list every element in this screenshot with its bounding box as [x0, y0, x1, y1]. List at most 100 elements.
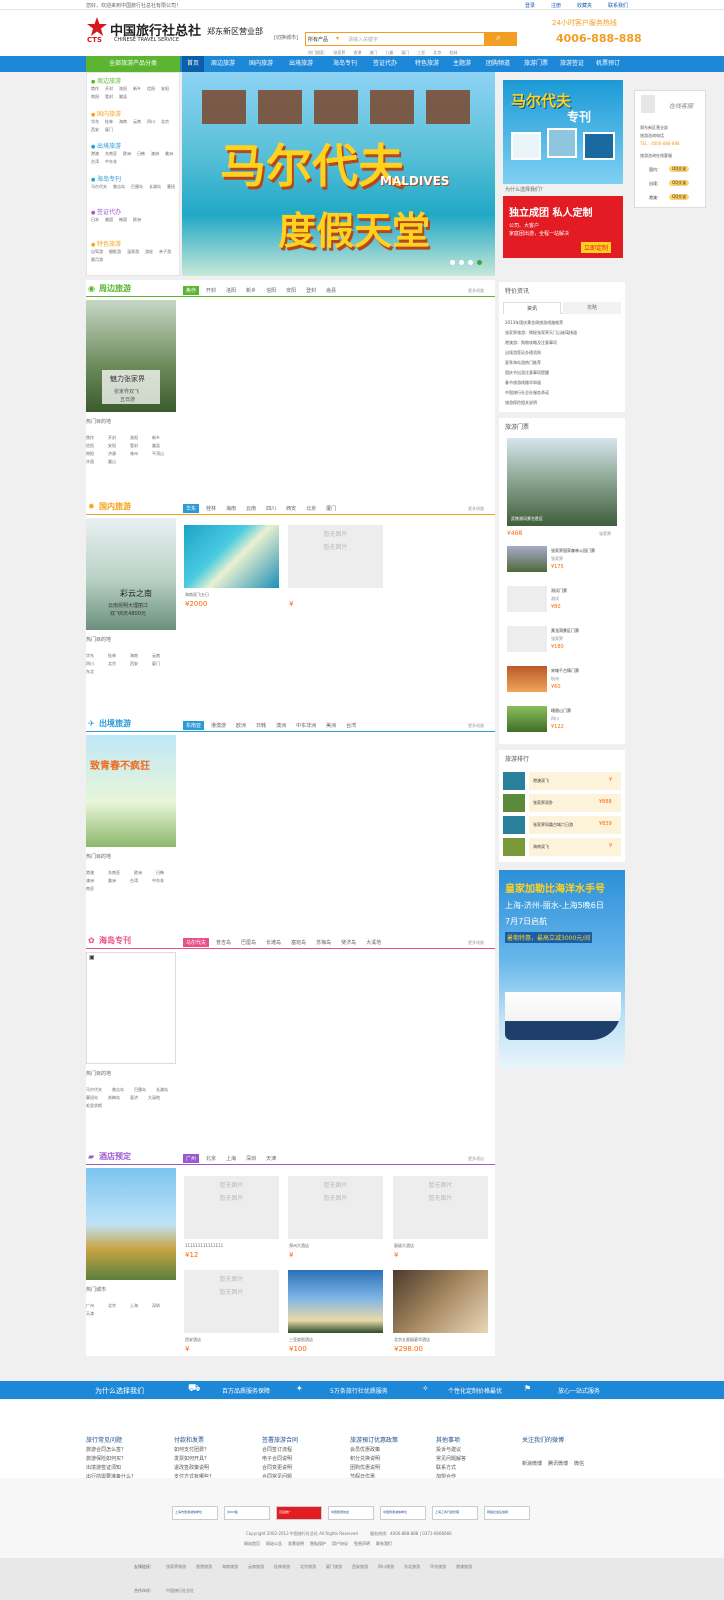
more-link[interactable]: 更多线路 — [468, 940, 484, 946]
cat-guonei[interactable]: ● 国内旅游 华东 桂林 海南 云南 四川 北京 西安 厦门 — [91, 109, 177, 134]
ticket-thumb[interactable] — [507, 706, 547, 732]
switch-city[interactable]: [切换城市] — [274, 34, 298, 41]
more-link[interactable]: 更多酒店 — [468, 1156, 484, 1162]
footer-col: 旅游預订优惠政策 会员优惠政策 积分兑换说明 团购优惠说明 节假日优惠 — [350, 1437, 399, 1480]
badge-icon[interactable]: 沪ICP备 — [224, 1506, 270, 1520]
nav-flights[interactable]: 机票预订 — [592, 56, 624, 72]
nav-theme[interactable]: 主题游 — [448, 56, 476, 72]
nav-visa2[interactable]: 旅游签证 — [556, 56, 588, 72]
cat-special[interactable]: ● 特色旅游 自驾游 摄影游 温泉游 游轮 亲子游 蜜月游 — [91, 239, 177, 264]
nav-guonei[interactable]: 国内旅游 — [244, 56, 278, 72]
nav-zhoubian[interactable]: 周边旅游 — [206, 56, 240, 72]
service-phone: 服务热线：4006-888-888 | 0371-6666666 — [370, 1531, 452, 1536]
search-category-select[interactable]: 所有产品 — [308, 36, 328, 43]
contact-link[interactable]: 联系我们 — [608, 2, 628, 9]
cat-visa[interactable]: ● 签证代办 日本 美国 韩国 欧洲 — [91, 207, 177, 224]
custom-sub2: 家庭团出游，全程一站解决 — [509, 231, 570, 237]
youth-ad-image[interactable]: 致青春不疯狂 — [86, 735, 176, 847]
badge-icon[interactable]: 上海市旅游诚信单位 — [172, 1506, 218, 1520]
hotel-name[interactable]: 111111111111111 — [185, 1243, 223, 1248]
banner-title: 马尔代夫 — [220, 139, 404, 193]
custom-tour-ad[interactable]: 独立成团 私人定制 公司、大客户 家庭团出游，全程一站解决 立即定制 — [503, 196, 623, 258]
carousel-dot[interactable] — [450, 260, 455, 265]
rank-thumb[interactable] — [503, 816, 525, 834]
nav-chujing[interactable]: 出境旅游 — [284, 56, 318, 72]
weibo-link[interactable]: 新浪微博 — [522, 1460, 542, 1469]
product-name[interactable]: 海南双飞五日 — [185, 592, 209, 598]
tencent-weibo-link[interactable]: 腾讯微博 — [548, 1460, 568, 1469]
cruise-ad[interactable]: 皇家加勒比海洋水手号 上海-济州-丽水-上海5晚6日 7月7日启航 暑期特惠，最… — [499, 870, 625, 1068]
section-tabs: 马尔代夫 普吉岛 巴厘岛 长滩岛 塞班岛 苏梅岛 斐济岛 大溪地 — [183, 938, 384, 947]
cruise-date: 7月7日启航 — [505, 917, 548, 926]
branch-name: 郑东新区营业部 — [207, 27, 263, 36]
more-link[interactable]: 更多线路 — [468, 723, 484, 729]
nav-home[interactable]: 首页 — [182, 56, 204, 72]
badge-icon[interactable]: 上海工商行政管理 — [432, 1506, 478, 1520]
carousel-dot[interactable] — [459, 260, 464, 265]
cat-haidao[interactable]: ● 海岛专刊 马尔代夫 普吉岛 巴厘岛 长滩岛 塞班 — [91, 174, 177, 191]
logo-star-icon[interactable]: CTS — [86, 16, 108, 44]
partner-link[interactable]: 中国旅行社总社 — [166, 1588, 194, 1594]
product-price: ¥2000 — [185, 600, 208, 608]
hot-label: 热门城市 — [86, 1287, 107, 1293]
badge-icon[interactable]: 百度推广 — [276, 1506, 322, 1520]
qq-chat-button[interactable]: QQ交谈 — [669, 166, 690, 172]
wechat-link[interactable]: 微信 — [574, 1460, 584, 1469]
cat-chujing[interactable]: ● 出境旅游 港澳 东南亚 欧洲 日韩 澳洲 美洲 台湾 中东非 — [91, 141, 177, 166]
qq-chat-button[interactable]: QQ交谈 — [669, 194, 690, 200]
zhangjiajie-image[interactable]: 魅力张家界 张家界双飞 五日游 — [86, 300, 176, 412]
ranking-panel: 旅游排行 港澳双飞 ¥ 张家界双卧 ¥888 张家界凤凰古城六日游 ¥839 海南双飞… — [499, 750, 625, 862]
category-toggle[interactable]: 全部旅游产品分类 — [86, 56, 180, 72]
carousel-dot[interactable] — [468, 260, 473, 265]
login-link[interactable]: 登录 — [525, 2, 535, 9]
search-input[interactable]: 请输入关键字 — [348, 36, 378, 43]
hot-label: 热门目的地 — [86, 637, 112, 643]
hotel-name[interactable]: 星级大酒店 — [394, 1243, 414, 1249]
room-image[interactable] — [393, 1270, 488, 1333]
rank-thumb[interactable] — [503, 838, 525, 856]
favorites-link[interactable]: 收藏夹 — [577, 2, 592, 9]
badge-icon[interactable]: 网络社会征信网 — [484, 1506, 530, 1520]
nav-haidao[interactable]: 海岛专刊 — [328, 56, 362, 72]
search-button[interactable]: ⌕ — [485, 32, 517, 46]
ticket-thumb[interactable] — [507, 666, 547, 692]
section-tabs: 华东 桂林 海南 云南 四川 西安 北京 厦门 — [183, 504, 339, 513]
badge-icon[interactable]: 中国旅游协会 — [328, 1506, 374, 1520]
nav-visa[interactable]: 签证代办 — [368, 56, 402, 72]
image-placeholder: 暂无图片 暂无图片 — [184, 1270, 279, 1333]
product-image[interactable] — [184, 525, 279, 588]
more-link[interactable]: 更多线路 — [468, 288, 484, 294]
nav-tickets[interactable]: 旅游门票 — [520, 56, 552, 72]
why-link[interactable]: 为什么选择我们？ — [505, 186, 545, 193]
nav-special[interactable]: 特色旅游 — [410, 56, 444, 72]
online-service-panel: 在线客服 郑东新区营业部 旅游咨询电话 TEL：4006-888-888 旅游咨… — [634, 90, 706, 208]
hotel-name[interactable]: 北京五星级豪华酒店 — [394, 1337, 430, 1343]
hotel-name[interactable]: 三亚度假酒店 — [289, 1337, 313, 1343]
qq-chat-button[interactable]: QQ交谈 — [669, 180, 690, 186]
yunnan-image[interactable]: 彩云之南 云南昆明大理丽江 双飞6天4800元 — [86, 518, 176, 630]
custom-button[interactable]: 立即定制 — [581, 242, 612, 253]
hotel-name[interactable]: 西安酒店 — [185, 1337, 201, 1343]
broken-image[interactable]: ▣ — [86, 952, 176, 1064]
carousel-dot-active[interactable] — [477, 260, 482, 265]
cruise-ship-graphic — [505, 992, 621, 1040]
nav-group[interactable]: 团购频道 — [483, 56, 513, 72]
hotel-name[interactable]: 郑州大酒店 — [289, 1243, 309, 1249]
rank-thumb[interactable] — [503, 772, 525, 790]
hero-banner[interactable]: 马尔代夫 MALDIVES 度假天堂 — [182, 72, 495, 276]
thailand-image[interactable] — [86, 1168, 176, 1280]
footer-links: 网站首页 网站公告 发票说明 隐私保护 用户协议 免责声明 联系我们 — [244, 1541, 392, 1546]
chevron-down-icon: ▾ — [336, 35, 340, 42]
ticket-featured-image[interactable]: 武陵源风景名胜区 — [507, 438, 617, 526]
cat-zhoubian[interactable]: ● 周边旅游 焦作 开封 洛阳 新乡 信阳 安阳 南阳 登封 嵩县 — [91, 76, 177, 101]
rank-thumb[interactable] — [503, 794, 525, 812]
more-link[interactable]: 更多线路 — [468, 506, 484, 512]
ticket-thumb[interactable] — [507, 546, 547, 572]
section-tabs: 焦作 开封 洛阳 新乡 信阳 安阳 登封 嵩县 — [183, 286, 339, 295]
ticket-price: ¥468 — [507, 530, 523, 537]
maldives-ad[interactable]: 马尔代夫 专刊 — [503, 80, 623, 184]
register-link[interactable]: 注册 — [551, 2, 561, 9]
beach-image[interactable] — [288, 1270, 383, 1333]
badge-icon[interactable]: 中国旅游诚信单位 — [380, 1506, 426, 1520]
hot-destinations: 港澳 东南亚 欧洲 日韩 澳洲 美洲 台湾 中东非 南亚 — [86, 870, 164, 891]
